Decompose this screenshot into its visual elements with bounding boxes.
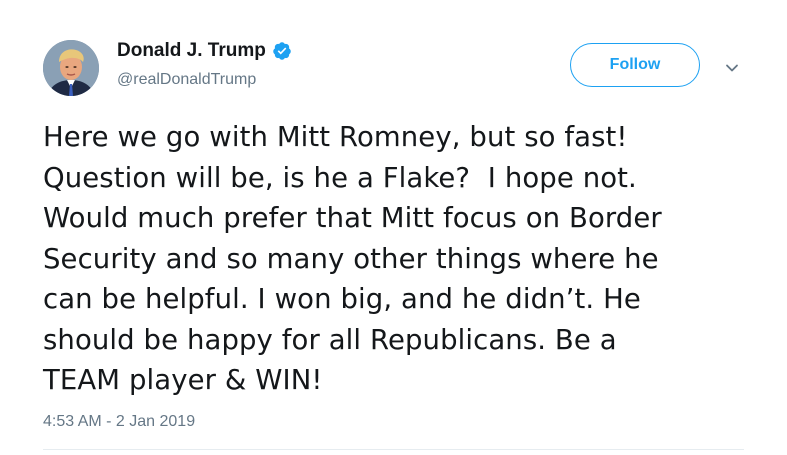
author-name-row: Donald J. Trump — [117, 40, 292, 62]
tweet-text: Here we go with Mitt Romney, but so fast… — [43, 117, 763, 401]
avatar[interactable] — [43, 40, 99, 96]
display-name[interactable]: Donald J. Trump — [117, 40, 266, 62]
tweet-text-line: should be happy for all Republicans. Be … — [43, 323, 617, 356]
tweet-card: Donald J. Trump @realDonaldTrump Follow … — [0, 0, 787, 455]
tweet-text-line: Security and so many other things where … — [43, 242, 659, 275]
tweet-text-line: can be helpful. I won big, and he didn’t… — [43, 283, 641, 315]
divider — [43, 449, 744, 450]
tweet-text-line: Here we go with Mitt Romney, but so fast… — [43, 121, 628, 153]
avatar-image — [43, 40, 99, 96]
tweet-text-line: TEAM player & WIN! — [43, 364, 323, 396]
follow-button[interactable]: Follow — [570, 43, 700, 87]
tweet-timestamp[interactable]: 4:53 AM - 2 Jan 2019 — [43, 413, 195, 431]
verified-badge-icon — [272, 41, 292, 61]
author-handle[interactable]: @realDonaldTrump — [117, 71, 256, 89]
tweet-text-line: Question will be, is he a Flake? I hope … — [43, 161, 637, 194]
chevron-down-icon[interactable] — [722, 58, 742, 78]
tweet-text-line: Would much prefer that Mitt focus on Bor… — [43, 202, 662, 234]
